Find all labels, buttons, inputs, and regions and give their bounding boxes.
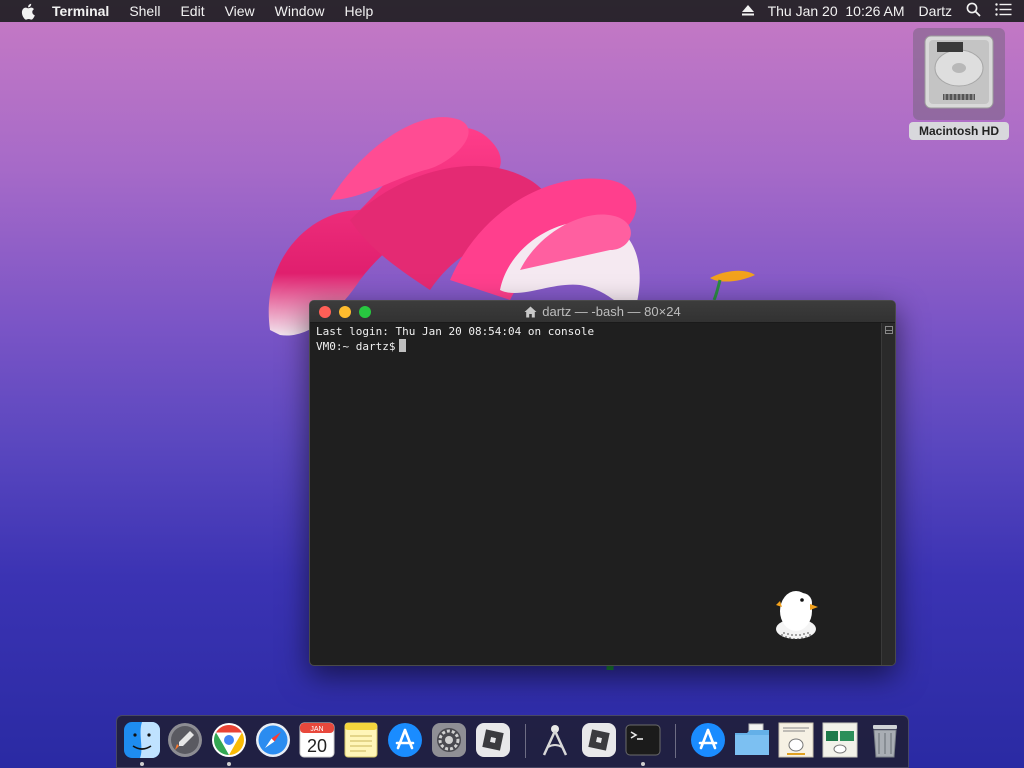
- dock-item-chrome[interactable]: [210, 721, 248, 759]
- terminal-line: Last login: Thu Jan 20 08:54:04 on conso…: [316, 325, 595, 338]
- dock-item-launchpad[interactable]: [166, 721, 204, 759]
- window-title: dartz — -bash — 80×24: [542, 304, 681, 319]
- notes-icon: [344, 722, 378, 758]
- dock-item-finder[interactable]: [123, 721, 161, 759]
- trash-icon: [873, 725, 897, 758]
- notification-center-icon[interactable]: [995, 3, 1012, 19]
- terminal-prompt: VM0:~ dartz$: [316, 340, 396, 353]
- menu-help[interactable]: Help: [344, 0, 373, 22]
- menubar-clock[interactable]: Thu Jan 20 10:26 AM: [768, 3, 905, 19]
- menubar-user[interactable]: Dartz: [919, 3, 952, 19]
- eject-icon[interactable]: [741, 3, 754, 19]
- desktop-goose-icon: [776, 591, 818, 640]
- hard-drive-icon: [924, 35, 994, 109]
- apple-icon[interactable]: [18, 2, 36, 20]
- dock-item-instruments[interactable]: [536, 721, 574, 759]
- menubar-status-area: Thu Jan 20 10:26 AM Dartz: [728, 0, 1012, 22]
- dock-separator: [525, 724, 526, 758]
- documents-folder-icon: [735, 723, 769, 755]
- terminal-icon: [625, 724, 661, 756]
- dock-item-roblox[interactable]: [474, 721, 512, 759]
- dock-item-documents[interactable]: [733, 721, 771, 759]
- chrome-icon: [212, 723, 246, 757]
- dock-running-indicator: [227, 762, 231, 766]
- dock-item-safari[interactable]: [254, 721, 292, 759]
- terminal-window[interactable]: dartz — -bash — 80×24 Last login: Thu Ja…: [309, 300, 896, 666]
- menu-bar: Terminal Shell Edit View Window Help Thu…: [0, 0, 1024, 22]
- app-store-downloads-icon: [691, 723, 725, 757]
- window-title-container: dartz — -bash — 80×24: [310, 301, 895, 323]
- menu-app-name[interactable]: Terminal: [52, 0, 109, 22]
- spotlight-search-icon[interactable]: [966, 2, 981, 20]
- calendar-day: 20: [307, 736, 327, 756]
- calendar-icon: JAN 20: [299, 722, 335, 758]
- desktop-icon-label: Macintosh HD: [909, 122, 1009, 140]
- dock-separator: [675, 724, 676, 758]
- safari-icon: [256, 723, 290, 757]
- text-cursor: [399, 339, 407, 352]
- dock-item-app-store[interactable]: [386, 721, 424, 759]
- home-folder-icon: [524, 303, 537, 325]
- menu-edit[interactable]: Edit: [180, 0, 204, 22]
- launchpad-icon: [168, 723, 202, 757]
- dock-item-roblox-studio[interactable]: [580, 721, 618, 759]
- dock-running-indicator: [641, 762, 645, 766]
- image-thumbnail-icon: [822, 722, 858, 758]
- dock-item-downloads[interactable]: [689, 721, 727, 759]
- roblox-icon: [476, 723, 510, 757]
- dock-item-system-preferences[interactable]: [430, 721, 468, 759]
- dock-running-indicator: [140, 762, 144, 766]
- roblox-studio-icon: [582, 723, 616, 757]
- dock-item-calendar[interactable]: JAN 20: [298, 721, 336, 759]
- instruments-icon: [542, 725, 568, 756]
- image-thumbnail-icon: [778, 722, 814, 758]
- dock-item-notes[interactable]: [342, 721, 380, 759]
- dock-item-trash[interactable]: [866, 721, 904, 759]
- dock-item-image-2[interactable]: [821, 721, 859, 759]
- finder-icon: [124, 722, 160, 758]
- menu-shell[interactable]: Shell: [129, 0, 160, 22]
- dock: JAN 20: [116, 715, 909, 768]
- system-preferences-icon: [432, 723, 466, 757]
- terminal-prompt-line[interactable]: VM0:~ dartz$: [316, 339, 881, 353]
- window-titlebar[interactable]: dartz — -bash — 80×24: [310, 301, 895, 323]
- calendar-month: JAN: [310, 726, 323, 733]
- dock-item-image-1[interactable]: [777, 721, 815, 759]
- dock-item-terminal[interactable]: [624, 721, 662, 759]
- menu-window[interactable]: Window: [275, 0, 325, 22]
- app-store-icon: [388, 723, 422, 757]
- desktop-icon-macintosh-hd[interactable]: Macintosh HD: [909, 28, 1009, 140]
- split-pane-icon[interactable]: [885, 326, 893, 334]
- menu-view[interactable]: View: [225, 0, 255, 22]
- terminal-scrollbar[interactable]: [881, 323, 895, 665]
